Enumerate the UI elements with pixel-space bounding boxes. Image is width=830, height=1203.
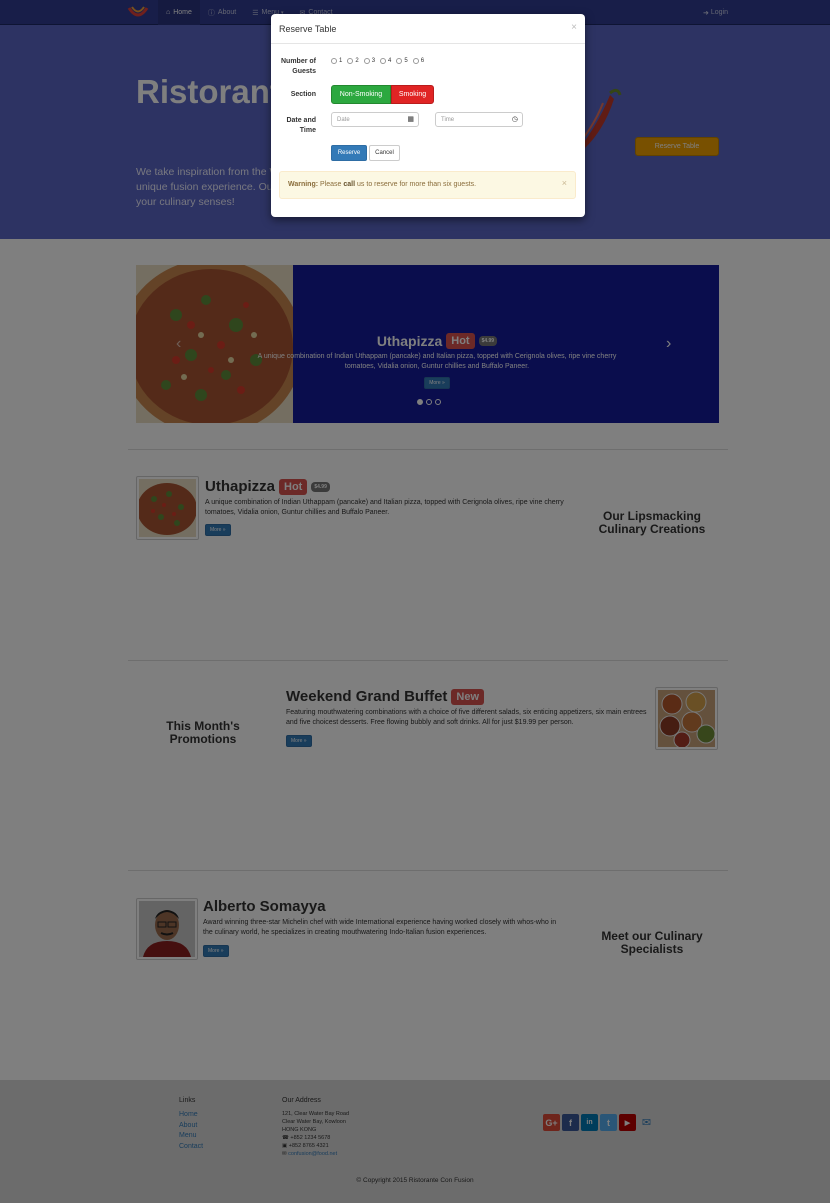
radio-button[interactable] [331,58,337,64]
reserve-table-modal: Reserve Table × Number of Guests 1 2 3 4… [271,14,585,217]
close-icon[interactable]: × [571,22,577,33]
clock-icon: ◷ [511,116,518,123]
cancel-button[interactable]: Cancel [369,145,400,161]
guests-label: Number of Guests [281,58,316,75]
guest-option-4[interactable]: 4 [380,58,391,64]
guest-option-6[interactable]: 6 [412,58,425,64]
date-input[interactable]: Date ▦ [331,112,419,127]
time-input[interactable]: Time ◷ [435,112,523,127]
radio-button[interactable] [363,58,370,64]
guest-option-5[interactable]: 5 [396,58,408,64]
modal-title: Reserve Table [279,24,337,34]
smoking-button[interactable]: Smoking [391,85,434,104]
warning-strong: Warning: [288,181,319,188]
alert-close-icon[interactable]: × [562,178,567,188]
radio-button[interactable] [412,58,419,64]
radio-button[interactable] [380,58,387,64]
guest-option-label: 3 [371,58,376,64]
warning-alert: Warning: Please call us to reserve for m… [279,171,576,199]
guest-option-label: 1 [339,58,343,64]
guest-option-label: 6 [420,58,425,64]
radio-button[interactable] [347,58,354,64]
guest-option-label: 4 [388,58,392,64]
guest-option-label: 5 [404,58,408,64]
guest-option-label: 2 [355,58,359,64]
reserve-button[interactable]: Reserve [331,145,367,161]
modal-header: Reserve Table × [271,14,585,44]
non-smoking-button[interactable]: Non-Smoking [331,85,391,104]
warning-pre: Please [320,181,342,188]
guest-option-2[interactable]: 2 [347,58,359,64]
time-placeholder: Time [441,116,455,123]
warning-call: call [343,181,356,188]
date-placeholder: Date [337,116,350,123]
warning-post: us to reserve for more than six guests. [357,181,477,188]
calendar-icon: ▦ [407,116,414,123]
radio-button[interactable] [396,58,403,64]
datetime-label: Date and Time [286,117,316,134]
section-label: Section [290,91,316,98]
guest-option-3[interactable]: 3 [363,58,376,64]
section-toggle: Non-Smoking Smoking [331,85,434,104]
guest-option-1[interactable]: 1 [331,58,342,64]
guests-radio-group: 1 2 3 4 5 6 [331,58,424,64]
